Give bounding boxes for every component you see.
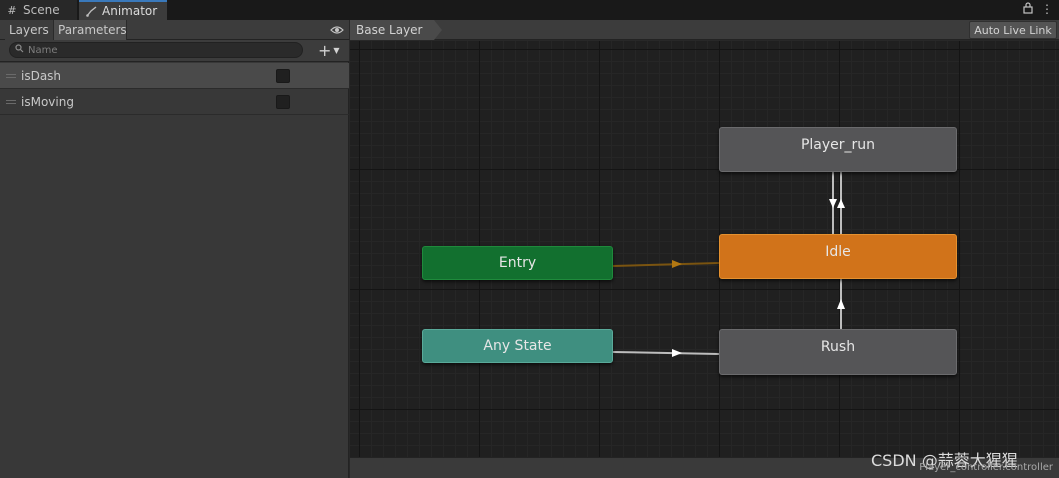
search-input[interactable] [28,44,288,56]
parameter-row-isdash[interactable]: isDash [0,63,349,89]
search-icon [15,44,24,56]
tab-layers[interactable]: Layers [5,20,53,40]
state-rush[interactable]: Rush [719,329,957,375]
parameter-row-ismoving[interactable]: isMoving [0,89,349,115]
graph-header: Base Layer Auto Live Link [350,20,1059,40]
state-any-state[interactable]: Any State [422,329,613,363]
tab-scene[interactable]: # Scene [0,0,78,20]
arrow-icon [837,299,845,309]
drag-handle-icon[interactable] [6,73,16,78]
animator-icon [85,5,97,17]
parameters-panel: Layers Parameters + ▼ isDash isMoving [0,20,349,478]
parameter-checkbox[interactable] [276,69,290,83]
state-idle[interactable]: Idle [719,234,957,279]
panel-subtabs: Layers Parameters [0,20,349,40]
eye-icon[interactable] [330,23,344,37]
drag-handle-icon[interactable] [6,99,16,104]
state-player-run[interactable]: Player_run [719,127,957,172]
grid-icon: # [7,3,17,17]
breadcrumb-arrow [434,20,442,40]
tab-animator-label: Animator [102,4,158,18]
tab-animator[interactable]: Animator [79,0,167,20]
state-machine-graph[interactable]: Player_run Idle Entry Any State Rush [350,41,1059,457]
parameter-checkbox[interactable] [276,95,290,109]
parameter-name[interactable]: isMoving [21,95,74,109]
window-tab-bar: # Scene Animator ⋮ [0,0,1059,20]
state-label: Entry [498,255,537,271]
search-field[interactable] [9,42,303,58]
controller-path: Player_controller.controller [919,462,1053,473]
parameter-name[interactable]: isDash [21,69,61,83]
lock-icon[interactable] [1023,2,1033,17]
arrow-icon [672,349,682,357]
chevron-down-icon: ▼ [333,45,340,55]
plus-icon: + [318,40,332,60]
tab-parameters[interactable]: Parameters [53,20,127,40]
window-controls: ⋮ [1023,2,1053,17]
search-row: + ▼ [0,40,349,62]
arrow-icon [829,199,837,208]
transition-anystate-rush[interactable] [612,351,720,355]
auto-live-link-button[interactable]: Auto Live Link [969,21,1057,39]
arrow-icon [672,260,682,268]
add-parameter-button[interactable]: + ▼ [318,40,346,60]
breadcrumb[interactable]: Base Layer [350,20,434,40]
state-label: Rush [820,339,856,355]
transition-entry-idle[interactable] [612,262,720,267]
state-label: Player_run [800,137,876,153]
arrow-icon [837,199,845,208]
more-options-icon[interactable]: ⋮ [1041,2,1053,17]
state-entry[interactable]: Entry [422,246,613,280]
state-label: Idle [825,244,851,260]
state-label: Any State [483,338,552,354]
tab-scene-label: Scene [23,3,60,17]
